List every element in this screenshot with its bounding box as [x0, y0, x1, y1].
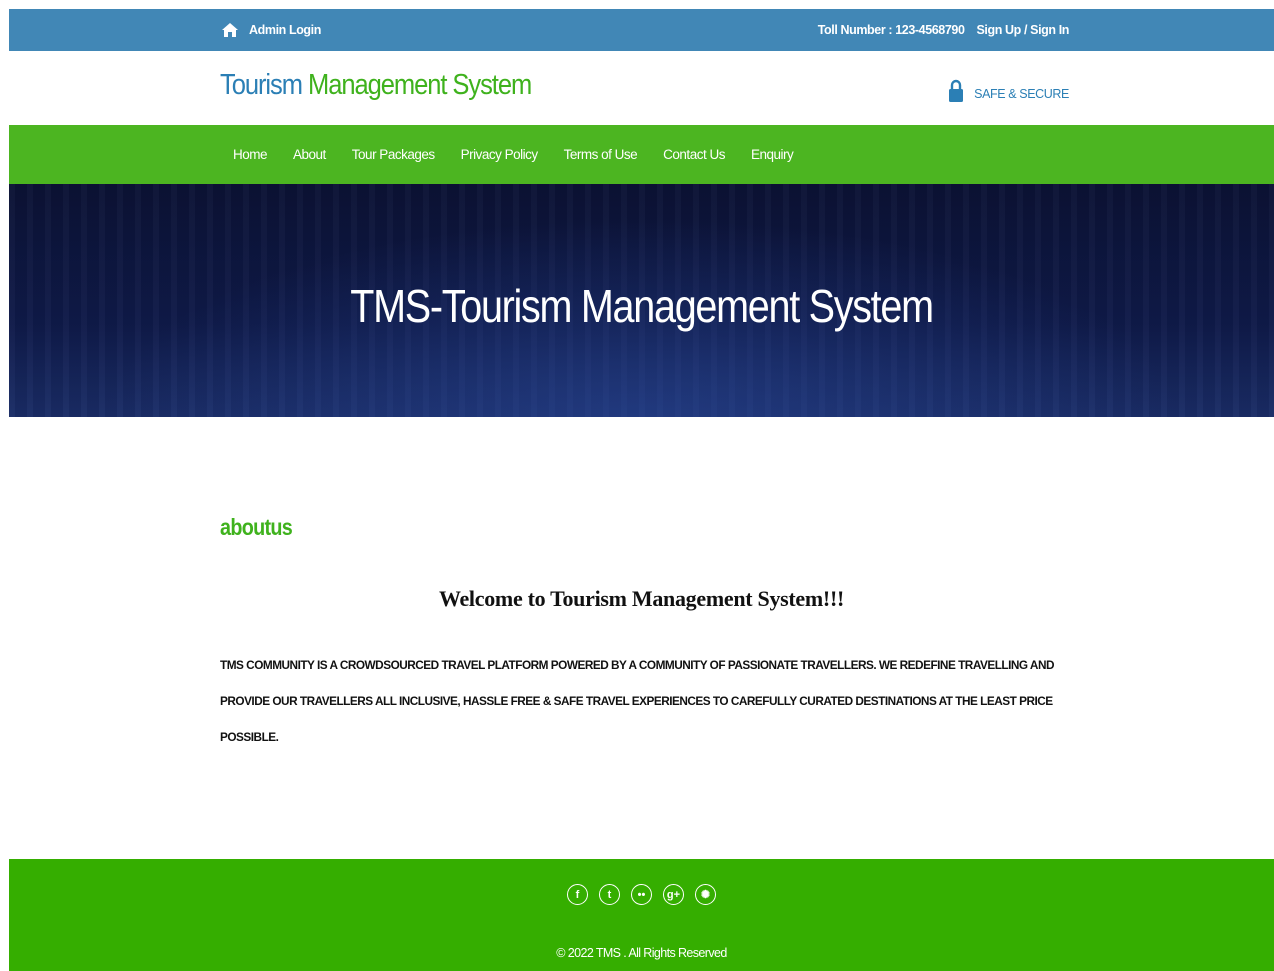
nav-item-home[interactable]: Home [233, 147, 268, 162]
page: Admin Login Toll Number : 123-4568790 Si… [9, 9, 1274, 971]
dribbble-icon[interactable]: ✺ [695, 884, 716, 905]
safe-secure-text: SAFE & SECURE [974, 87, 1069, 101]
signup-signin-link[interactable]: Sign Up / Sign In [977, 23, 1070, 37]
copyright-text: © 2022 TMS . All Rights Reserved [556, 946, 727, 960]
social-links: f t •• g+ ✺ [9, 884, 1274, 905]
footer: f t •• g+ ✺ © 2022 TMS . All Rights Rese… [9, 859, 1274, 971]
home-icon [222, 23, 238, 37]
safe-secure-badge: SAFE & SECURE [949, 79, 1069, 103]
toll-number: Toll Number : 123-4568790 [817, 23, 965, 37]
logo-part-1: Tourism [220, 69, 303, 101]
logo-part-2: Management System [307, 69, 532, 101]
lock-icon [949, 79, 964, 102]
hero-banner: TMS-Tourism Management System [9, 184, 1274, 417]
about-description: TMS COMMUNITY IS A CROWDSOURCED TRAVEL P… [220, 658, 1054, 744]
main-nav: Home About Tour Packages Privacy Policy … [9, 125, 1274, 184]
flickr-icon[interactable]: •• [631, 884, 652, 905]
facebook-icon[interactable]: f [567, 884, 588, 905]
header: Tourism Management System SAFE & SECURE [9, 51, 1274, 125]
nav-item-privacy-policy[interactable]: Privacy Policy [461, 147, 539, 162]
twitter-icon[interactable]: t [599, 884, 620, 905]
top-bar: Admin Login Toll Number : 123-4568790 Si… [9, 9, 1274, 51]
nav-item-enquiry[interactable]: Enquiry [751, 147, 794, 162]
site-logo[interactable]: Tourism Management System [220, 69, 532, 102]
admin-login-label: Admin Login [249, 23, 321, 37]
about-heading: aboutus [220, 514, 293, 540]
banner-title: TMS-Tourism Management System [350, 280, 934, 332]
nav-item-terms-of-use[interactable]: Terms of Use [564, 147, 638, 162]
nav-item-contact-us[interactable]: Contact Us [663, 147, 725, 162]
top-bar-right: Toll Number : 123-4568790 Sign Up / Sign… [817, 9, 1070, 51]
google-plus-icon[interactable]: g+ [663, 884, 684, 905]
nav-item-about[interactable]: About [293, 147, 326, 162]
nav-item-tour-packages[interactable]: Tour Packages [352, 147, 435, 162]
admin-login-link[interactable]: Admin Login [221, 9, 321, 51]
welcome-heading: Welcome to Tourism Management System!!! [438, 586, 844, 611]
